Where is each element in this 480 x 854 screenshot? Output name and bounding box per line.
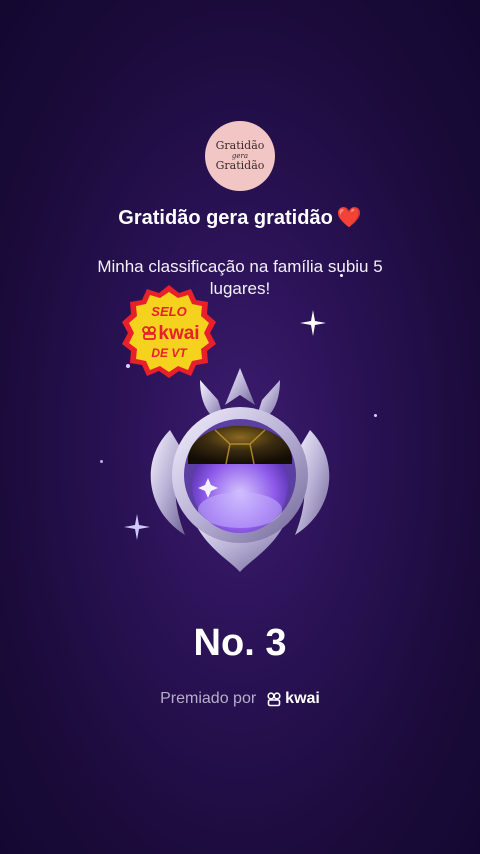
star-dot-icon xyxy=(126,364,130,368)
avatar-text-line1: Gratidão xyxy=(215,139,265,152)
kwai-brand-text: kwai xyxy=(285,690,320,707)
star-dot-icon xyxy=(374,414,377,417)
profile-avatar[interactable]: Gratidão gera Gratidão xyxy=(205,121,275,191)
awarded-by: Premiado por kwai xyxy=(0,690,480,708)
sparkle-icon xyxy=(300,310,326,336)
rank-medal-icon xyxy=(150,368,330,572)
rank-number: No. 3 xyxy=(193,622,287,664)
seal-bottom-text: DE VT xyxy=(151,346,188,360)
page-title: Gratidão gera gratidão ❤️ xyxy=(0,205,480,230)
kwai-brand: kwai xyxy=(266,690,320,708)
seal-top-text: SELO xyxy=(151,304,186,319)
sparkle-icon xyxy=(124,514,150,540)
star-dot-icon xyxy=(340,274,343,277)
heart-icon: ❤️ xyxy=(336,207,362,229)
awarded-by-label: Premiado por xyxy=(160,690,257,707)
title-text: Gratidão gera gratidão xyxy=(118,207,333,229)
avatar-text-line3: Gratidão xyxy=(215,159,265,172)
star-dot-icon xyxy=(100,460,103,463)
kwai-logo-icon xyxy=(267,692,281,707)
seal-brand-text: kwai xyxy=(158,323,199,344)
